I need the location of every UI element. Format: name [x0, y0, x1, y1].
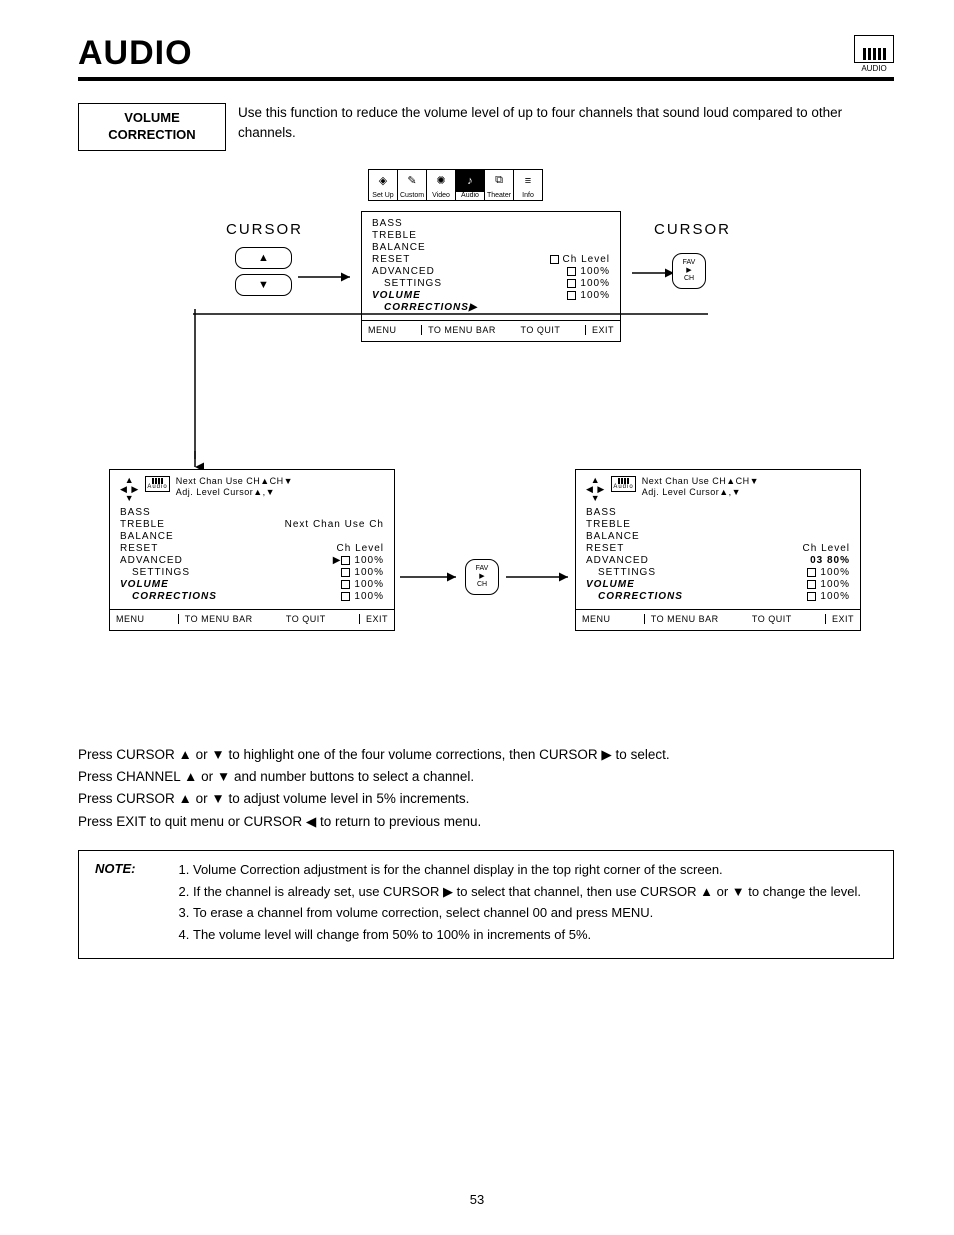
- cursor-up-button[interactable]: ▲: [235, 247, 292, 269]
- menu-bar: ◈Set Up ✎Custom ✺Video ♪Audio ⧉Theater ≡…: [368, 169, 543, 201]
- menu-bar-theater[interactable]: ⧉Theater: [485, 170, 514, 200]
- mini-audio-icon: Audio: [145, 476, 169, 492]
- osd-menu-button[interactable]: MENU: [116, 614, 145, 624]
- fav-ch-button-2[interactable]: FAV▶CH: [465, 559, 499, 595]
- menu-bar-setup[interactable]: ◈Set Up: [369, 170, 398, 200]
- note-box: NOTE: Volume Correction adjustment is fo…: [78, 850, 894, 959]
- nav-arrows-icon: ▲◀ ▶▼: [586, 476, 605, 503]
- page-title: AUDIO: [78, 34, 193, 73]
- section-label-volume-correction: VOLUME CORRECTION: [78, 103, 226, 151]
- mini-audio-icon: Audio: [611, 476, 635, 492]
- cursor-label-left: CURSOR: [226, 221, 303, 238]
- fav-ch-button-1[interactable]: FAV▶CH: [672, 253, 706, 289]
- osd-exit-button[interactable]: EXIT: [359, 614, 388, 624]
- osd-screen-3: ▲◀ ▶▼ Audio Next Chan Use CH▲CH▼Adj. Lev…: [575, 469, 861, 631]
- osd-menu-button[interactable]: MENU: [368, 325, 397, 335]
- cursor-label-right: CURSOR: [654, 221, 731, 238]
- menu-bar-video[interactable]: ✺Video: [427, 170, 456, 200]
- nav-arrows-icon: ▲◀ ▶▼: [120, 476, 139, 503]
- menu-bar-custom[interactable]: ✎Custom: [398, 170, 427, 200]
- page-number: 53: [0, 1192, 954, 1207]
- osd-exit-button[interactable]: EXIT: [825, 614, 854, 624]
- cursor-down-button[interactable]: ▼: [235, 274, 292, 296]
- osd-screen-2: ▲◀ ▶▼ Audio Next Chan Use CH▲CH▼Adj. Lev…: [109, 469, 395, 631]
- section-description: Use this function to reduce the volume l…: [238, 103, 894, 142]
- menu-bar-info[interactable]: ≡Info: [514, 170, 542, 200]
- diagram: ◈Set Up ✎Custom ✺Video ♪Audio ⧉Theater ≡…: [78, 169, 894, 729]
- instructions: Press CURSOR ▲ or ▼ to highlight one of …: [78, 745, 894, 832]
- menu-bar-audio[interactable]: ♪Audio: [456, 170, 485, 200]
- audio-section-icon: AUDIO: [854, 35, 894, 73]
- osd-menu-button[interactable]: MENU: [582, 614, 611, 624]
- osd-exit-button[interactable]: EXIT: [585, 325, 614, 335]
